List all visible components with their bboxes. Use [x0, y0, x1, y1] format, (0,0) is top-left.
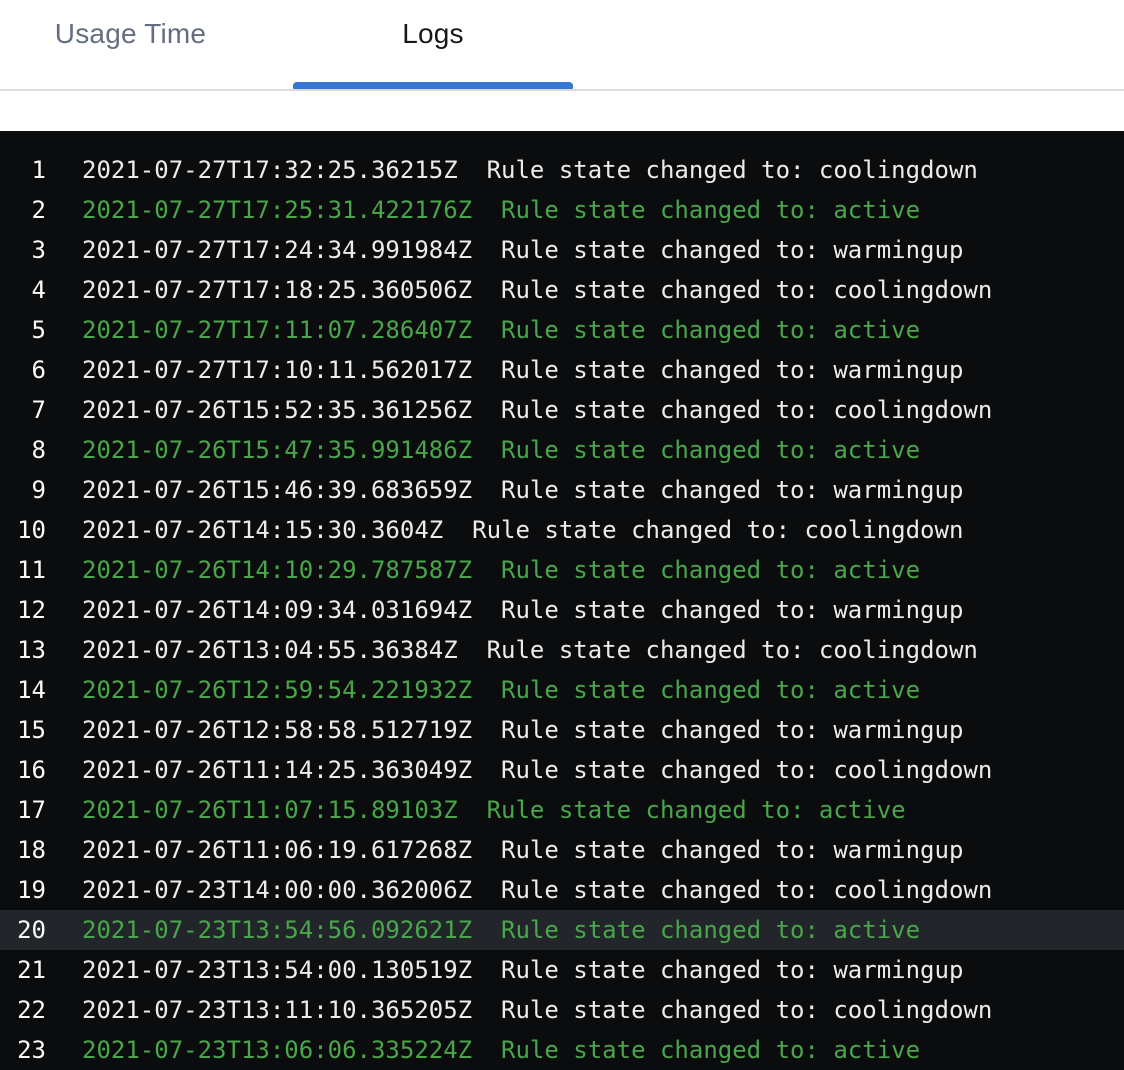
line-text: 2021-07-26T15:52:35.361256Z Rule state c…	[82, 396, 992, 424]
line-number: 7	[0, 396, 46, 424]
line-number: 14	[0, 676, 46, 704]
log-row[interactable]: 5 2021-07-27T17:11:07.286407Z Rule state…	[0, 310, 1124, 350]
line-number: 4	[0, 276, 46, 304]
log-panel: 1 2021-07-27T17:32:25.36215Z Rule state …	[0, 131, 1124, 1070]
log-row[interactable]: 8 2021-07-26T15:47:35.991486Z Rule state…	[0, 430, 1124, 470]
line-text: 2021-07-27T17:32:25.36215Z Rule state ch…	[82, 156, 978, 184]
line-text: 2021-07-26T14:10:29.787587Z Rule state c…	[82, 556, 920, 584]
line-number: 19	[0, 876, 46, 904]
log-row[interactable]: 1 2021-07-27T17:32:25.36215Z Rule state …	[0, 150, 1124, 190]
line-text: 2021-07-23T13:54:56.092621Z Rule state c…	[82, 916, 920, 944]
line-number: 16	[0, 756, 46, 784]
line-text: 2021-07-26T12:58:58.512719Z Rule state c…	[82, 716, 963, 744]
active-tab-indicator	[293, 82, 573, 89]
log-row[interactable]: 17 2021-07-26T11:07:15.89103Z Rule state…	[0, 790, 1124, 830]
line-number: 11	[0, 556, 46, 584]
tab-logs-label: Logs	[402, 18, 464, 50]
log-row[interactable]: 21 2021-07-23T13:54:00.130519Z Rule stat…	[0, 950, 1124, 990]
log-row[interactable]: 12 2021-07-26T14:09:34.031694Z Rule stat…	[0, 590, 1124, 630]
line-number: 1	[0, 156, 46, 184]
tab-logs[interactable]: Logs	[293, 0, 573, 89]
line-text: 2021-07-27T17:11:07.286407Z Rule state c…	[82, 316, 920, 344]
line-number: 23	[0, 1036, 46, 1064]
line-text: 2021-07-26T15:46:39.683659Z Rule state c…	[82, 476, 963, 504]
log-row[interactable]: 6 2021-07-27T17:10:11.562017Z Rule state…	[0, 350, 1124, 390]
line-number: 12	[0, 596, 46, 624]
line-text: 2021-07-26T13:04:55.36384Z Rule state ch…	[82, 636, 978, 664]
tab-usage-time-label: Usage Time	[55, 18, 206, 50]
line-text: 2021-07-26T12:59:54.221932Z Rule state c…	[82, 676, 920, 704]
log-row[interactable]: 2 2021-07-27T17:25:31.422176Z Rule state…	[0, 190, 1124, 230]
line-number: 5	[0, 316, 46, 344]
line-text: 2021-07-27T17:25:31.422176Z Rule state c…	[82, 196, 920, 224]
line-number: 17	[0, 796, 46, 824]
log-row[interactable]: 16 2021-07-26T11:14:25.363049Z Rule stat…	[0, 750, 1124, 790]
log-row[interactable]: 3 2021-07-27T17:24:34.991984Z Rule state…	[0, 230, 1124, 270]
line-number: 10	[0, 516, 46, 544]
line-text: 2021-07-23T14:00:00.362006Z Rule state c…	[82, 876, 992, 904]
line-text: 2021-07-26T14:15:30.3604Z Rule state cha…	[82, 516, 963, 544]
line-number: 3	[0, 236, 46, 264]
line-number: 18	[0, 836, 46, 864]
line-text: 2021-07-23T13:11:10.365205Z Rule state c…	[82, 996, 992, 1024]
line-number: 13	[0, 636, 46, 664]
line-number: 15	[0, 716, 46, 744]
log-row[interactable]: 7 2021-07-26T15:52:35.361256Z Rule state…	[0, 390, 1124, 430]
tab-bar: Usage Time Logs	[0, 0, 1124, 91]
log-row[interactable]: 20 2021-07-23T13:54:56.092621Z Rule stat…	[0, 910, 1124, 950]
log-row[interactable]: 9 2021-07-26T15:46:39.683659Z Rule state…	[0, 470, 1124, 510]
log-row[interactable]: 13 2021-07-26T13:04:55.36384Z Rule state…	[0, 630, 1124, 670]
line-text: 2021-07-26T11:14:25.363049Z Rule state c…	[82, 756, 992, 784]
log-row[interactable]: 19 2021-07-23T14:00:00.362006Z Rule stat…	[0, 870, 1124, 910]
line-text: 2021-07-23T13:06:06.335224Z Rule state c…	[82, 1036, 920, 1064]
log-row[interactable]: 4 2021-07-27T17:18:25.360506Z Rule state…	[0, 270, 1124, 310]
line-number: 8	[0, 436, 46, 464]
line-text: 2021-07-26T11:07:15.89103Z Rule state ch…	[82, 796, 906, 824]
log-row[interactable]: 11 2021-07-26T14:10:29.787587Z Rule stat…	[0, 550, 1124, 590]
line-text: 2021-07-27T17:10:11.562017Z Rule state c…	[82, 356, 963, 384]
line-text: 2021-07-26T14:09:34.031694Z Rule state c…	[82, 596, 963, 624]
log-row[interactable]: 23 2021-07-23T13:06:06.335224Z Rule stat…	[0, 1030, 1124, 1070]
line-number: 20	[0, 916, 46, 944]
line-text: 2021-07-27T17:18:25.360506Z Rule state c…	[82, 276, 992, 304]
line-number: 22	[0, 996, 46, 1024]
line-number: 9	[0, 476, 46, 504]
line-text: 2021-07-23T13:54:00.130519Z Rule state c…	[82, 956, 963, 984]
log-row[interactable]: 14 2021-07-26T12:59:54.221932Z Rule stat…	[0, 670, 1124, 710]
line-number: 2	[0, 196, 46, 224]
tab-usage-time[interactable]: Usage Time	[0, 0, 261, 89]
line-number: 21	[0, 956, 46, 984]
log-row[interactable]: 10 2021-07-26T14:15:30.3604Z Rule state …	[0, 510, 1124, 550]
line-number: 6	[0, 356, 46, 384]
log-row[interactable]: 22 2021-07-23T13:11:10.365205Z Rule stat…	[0, 990, 1124, 1030]
line-text: 2021-07-26T15:47:35.991486Z Rule state c…	[82, 436, 920, 464]
line-text: 2021-07-26T11:06:19.617268Z Rule state c…	[82, 836, 963, 864]
log-row[interactable]: 15 2021-07-26T12:58:58.512719Z Rule stat…	[0, 710, 1124, 750]
log-row[interactable]: 18 2021-07-26T11:06:19.617268Z Rule stat…	[0, 830, 1124, 870]
line-text: 2021-07-27T17:24:34.991984Z Rule state c…	[82, 236, 963, 264]
